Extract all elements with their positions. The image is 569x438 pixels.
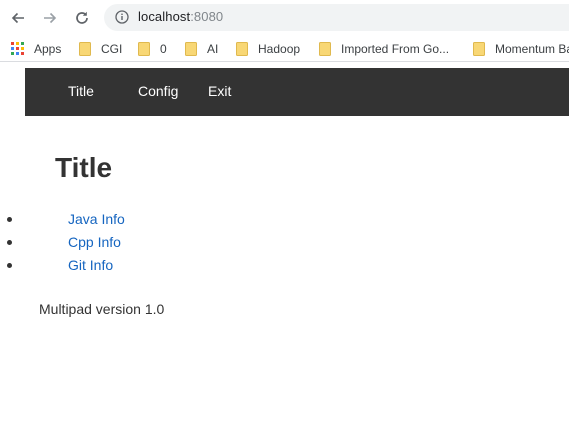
bookmarks-bar: Apps CGI 0 AI Hadoop Imported From Go...…	[0, 35, 569, 62]
bookmark-folder-ai[interactable]: AI	[185, 40, 218, 57]
folder-icon	[473, 41, 485, 56]
version-text: Multipad version 1.0	[39, 301, 165, 317]
bookmark-folder-momentum[interactable]: Momentum Ba	[473, 40, 569, 57]
folder-icon	[236, 41, 248, 56]
nav-link-config[interactable]: Config	[138, 83, 178, 99]
bookmark-label: Apps	[34, 41, 62, 56]
top-navbar: Title Config Exit	[25, 68, 569, 116]
url-port: :8080	[190, 9, 224, 24]
bullet-icon	[7, 217, 12, 222]
bookmark-label: AI	[207, 41, 219, 56]
bookmark-apps[interactable]: Apps	[11, 40, 61, 57]
page-title: Title	[55, 152, 113, 183]
folder-icon	[138, 41, 150, 56]
nav-link-title[interactable]: Title	[68, 83, 94, 99]
bookmark-label: Momentum Ba	[495, 41, 569, 56]
folder-icon	[319, 41, 331, 56]
bookmark-folder-hadoop[interactable]: Hadoop	[236, 40, 300, 57]
bookmark-label: CGI	[101, 41, 123, 56]
folder-icon	[185, 41, 197, 56]
reload-icon[interactable]	[71, 7, 93, 29]
bookmark-label: Hadoop	[258, 41, 301, 56]
browser-toolbar: localhost:8080	[0, 0, 569, 35]
bookmark-folder-cgi[interactable]: CGI	[79, 40, 122, 57]
bookmark-label: Imported From Go...	[341, 41, 450, 56]
bullet-icon	[7, 263, 12, 268]
bookmark-label: 0	[160, 41, 167, 56]
apps-grid-icon	[11, 41, 25, 56]
nav-link-exit[interactable]: Exit	[208, 83, 231, 99]
bookmark-folder-0[interactable]: 0	[138, 40, 167, 57]
address-bar[interactable]: localhost:8080	[104, 4, 569, 31]
java-info-link[interactable]: Java Info	[68, 211, 125, 227]
cpp-info-link[interactable]: Cpp Info	[68, 234, 121, 250]
bullet-icon	[7, 240, 12, 245]
bookmark-folder-imported[interactable]: Imported From Go...	[319, 40, 449, 57]
info-circle-icon[interactable]	[115, 10, 129, 29]
folder-icon	[79, 41, 91, 56]
url-text[interactable]: localhost:8080	[138, 9, 223, 24]
arrow-right-icon[interactable]	[39, 7, 61, 29]
url-host: localhost	[138, 9, 191, 24]
arrow-left-icon[interactable]	[7, 7, 29, 29]
git-info-link[interactable]: Git Info	[68, 257, 113, 273]
